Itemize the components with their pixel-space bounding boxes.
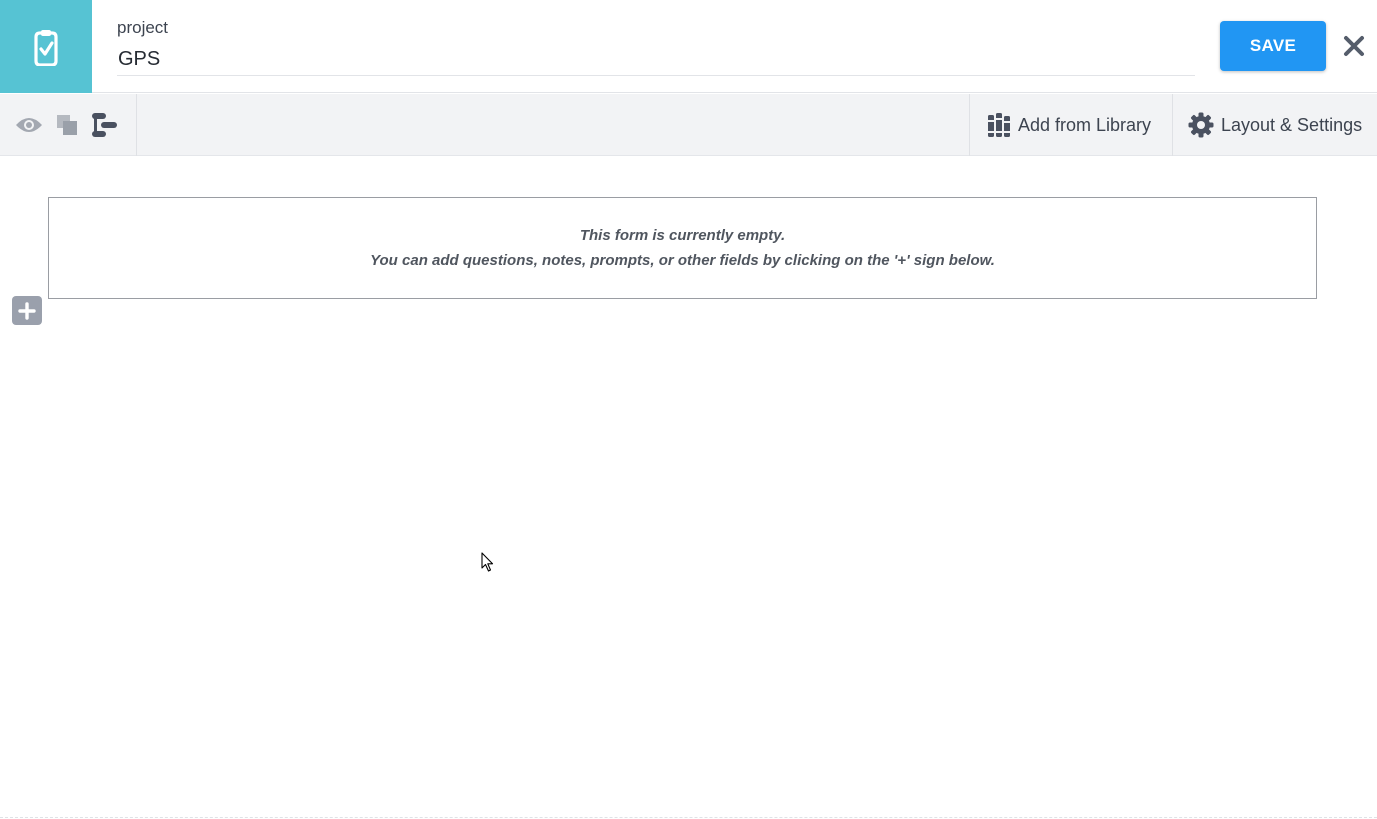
app-header: project SAVE (0, 0, 1377, 93)
project-label: project (117, 18, 169, 37)
form-check-icon (34, 29, 58, 66)
add-from-library-label: Add from Library (1018, 114, 1152, 135)
empty-form-notice: This form is currently empty. You can ad… (48, 197, 1317, 299)
page-bottom-divider (0, 817, 1377, 818)
empty-form-hint: You can add questions, notes, prompts, o… (370, 252, 995, 269)
app-logo[interactable] (0, 0, 92, 93)
form-toolbar: Add from Library Layout & Settings (0, 94, 1377, 156)
logic-icon (92, 113, 117, 137)
preview-button[interactable] (15, 112, 43, 138)
layout-settings-label: Layout & Settings (1221, 114, 1363, 135)
add-question-button[interactable] (12, 296, 42, 325)
empty-form-title: This form is currently empty. (579, 227, 786, 244)
eye-icon (16, 118, 42, 132)
logic-button[interactable] (90, 112, 118, 138)
copy-icon (57, 115, 77, 135)
view-toggle-group (0, 94, 137, 156)
project-name-input[interactable] (117, 44, 1195, 76)
gear-icon (1188, 112, 1214, 138)
close-icon (1344, 36, 1364, 56)
plus-icon (18, 301, 36, 320)
library-icon (987, 112, 1011, 138)
save-button[interactable]: SAVE (1220, 21, 1326, 71)
layout-settings-button[interactable]: Layout & Settings (1172, 94, 1377, 156)
group-questions-button[interactable] (53, 112, 81, 138)
add-from-library-button[interactable]: Add from Library (969, 94, 1172, 156)
mouse-cursor-icon (481, 552, 494, 572)
close-button[interactable] (1338, 30, 1370, 62)
